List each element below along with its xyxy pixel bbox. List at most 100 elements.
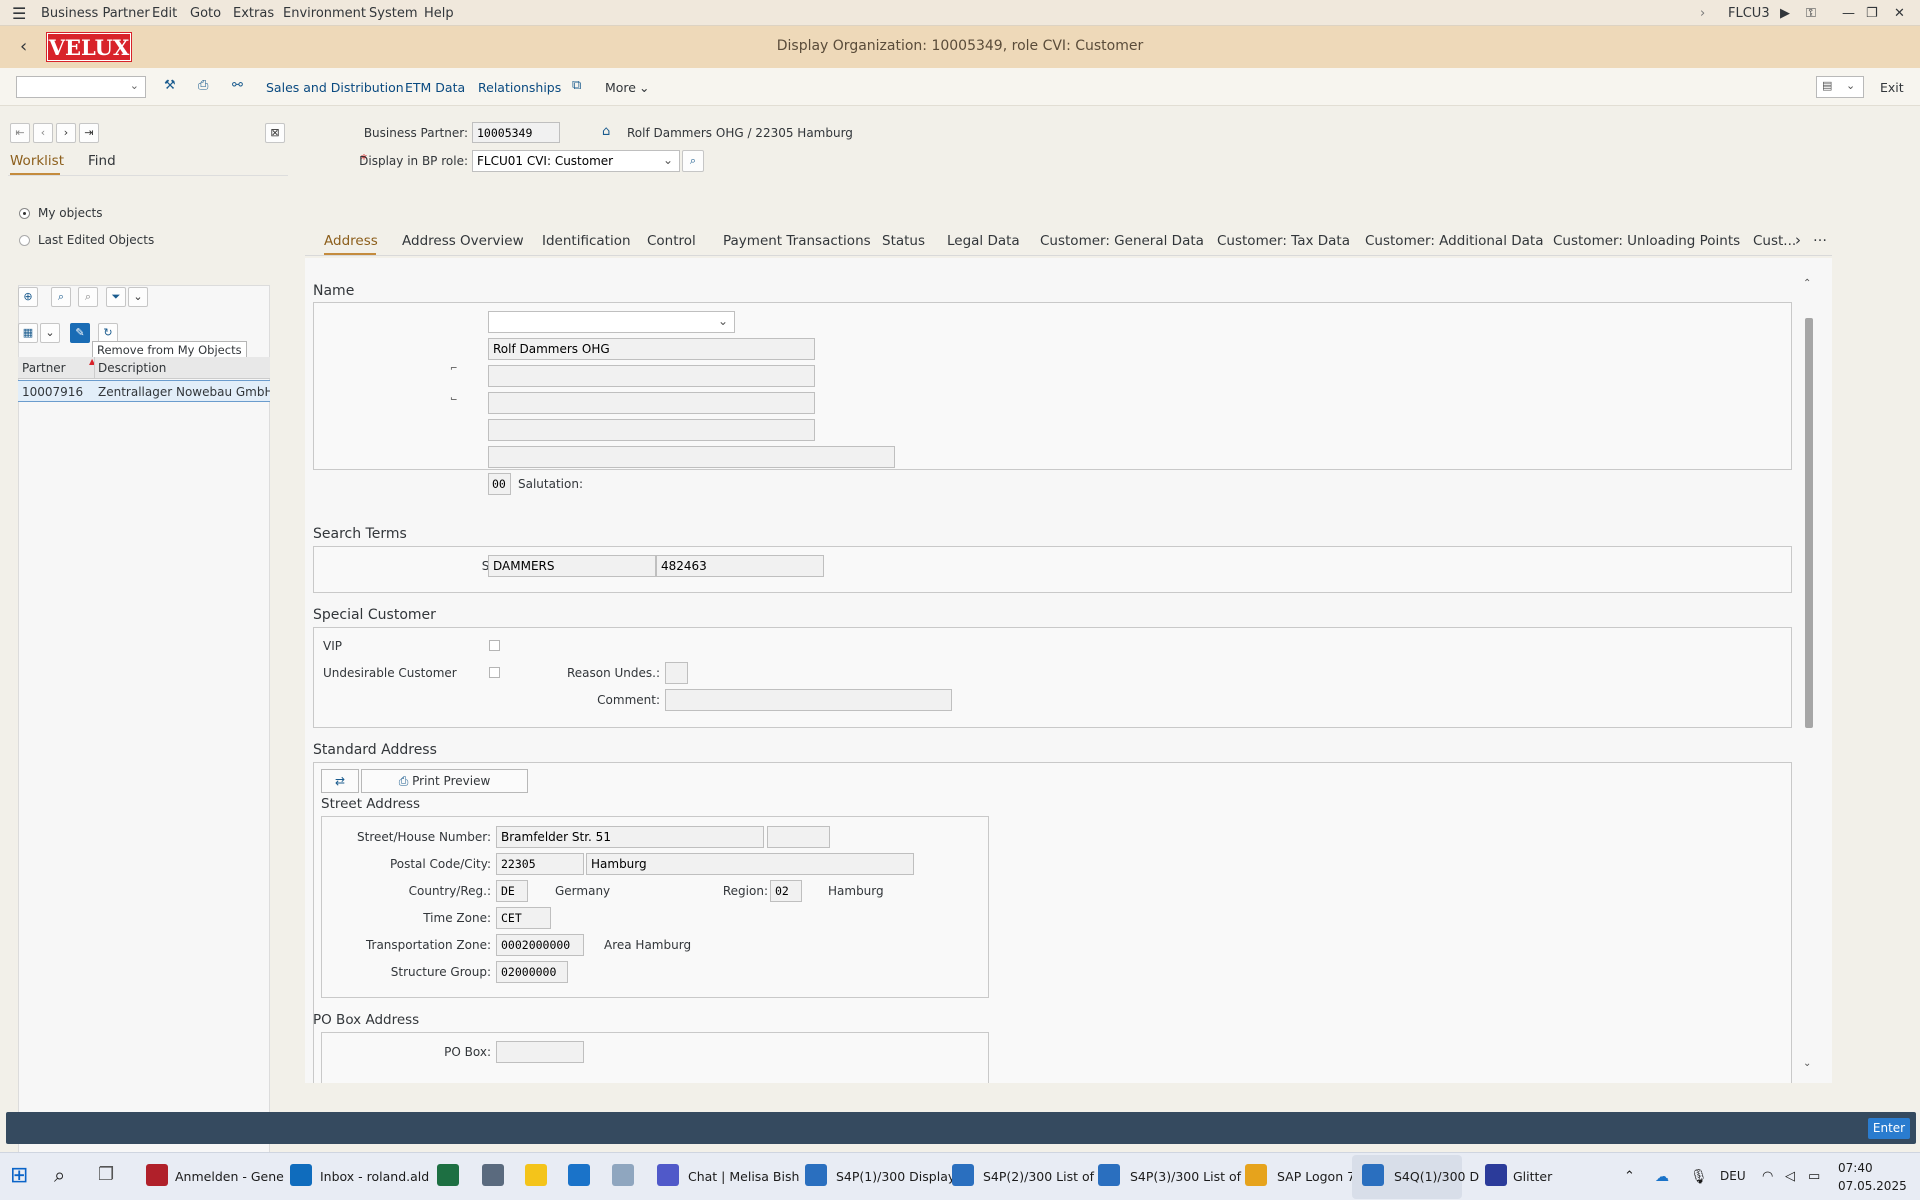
taskbar-app-sap-logon[interactable]: SAP Logon 7 bbox=[1277, 1169, 1355, 1184]
battery-icon[interactable]: ▭ bbox=[1808, 1169, 1820, 1184]
taskbar-app-chat[interactable]: Chat | Melisa Bish bbox=[688, 1169, 799, 1184]
filter-icon[interactable]: ⏷ bbox=[106, 287, 126, 307]
comment-field[interactable] bbox=[665, 689, 952, 711]
more-button[interactable]: More bbox=[605, 80, 636, 95]
house-number-field[interactable] bbox=[767, 826, 830, 848]
task-view-icon[interactable]: ❐ bbox=[98, 1164, 114, 1185]
command-field[interactable]: ⌄ bbox=[16, 76, 146, 98]
tab-status[interactable]: Status bbox=[882, 233, 925, 249]
enter-button[interactable]: Enter bbox=[1868, 1118, 1910, 1139]
name-field-2[interactable] bbox=[488, 365, 815, 387]
calculator-icon[interactable] bbox=[482, 1164, 504, 1186]
print-preview-button[interactable]: ⎙ Print Preview bbox=[361, 769, 528, 793]
last-icon[interactable]: ⇥ bbox=[79, 123, 99, 143]
address-toggle-icon[interactable]: ⇄ bbox=[321, 769, 359, 793]
lock-icon[interactable]: ⚿ bbox=[1806, 6, 1816, 21]
zoom-in-icon[interactable]: ⊕ bbox=[18, 287, 38, 307]
next-icon[interactable]: › bbox=[56, 123, 76, 143]
column-partner[interactable]: Partner bbox=[22, 361, 66, 375]
exit-button[interactable]: Exit bbox=[1880, 80, 1904, 95]
more-chevron-icon[interactable]: ⌄ bbox=[639, 80, 649, 95]
bp-role-select[interactable]: FLCU01 CVI: Customer ⌄ bbox=[472, 150, 680, 172]
menu-help[interactable]: Help bbox=[424, 6, 454, 21]
refresh-icon[interactable]: ↻ bbox=[98, 323, 118, 343]
clock-time[interactable]: 07:40 bbox=[1838, 1161, 1873, 1175]
name-field-3[interactable] bbox=[488, 392, 815, 414]
app-icon-anmelden[interactable] bbox=[146, 1164, 168, 1186]
tab-customer-unloading-points[interactable]: Customer: Unloading Points bbox=[1553, 233, 1740, 249]
wifi-icon[interactable]: ◠ bbox=[1762, 1169, 1773, 1184]
country-field[interactable]: DE bbox=[496, 880, 528, 902]
chevron-right-icon[interactable]: › bbox=[1700, 6, 1705, 21]
taskbar-app-s4p1[interactable]: S4P(1)/300 Display bbox=[836, 1169, 955, 1184]
tab-customer-general-data[interactable]: Customer: General Data bbox=[1040, 233, 1204, 249]
region-field[interactable]: 02 bbox=[770, 880, 802, 902]
tab-identification[interactable]: Identification bbox=[542, 233, 631, 249]
minimize-icon[interactable]: — bbox=[1842, 6, 1855, 21]
table-row[interactable]: 10007916 Zentrallager Nowebau GmbH bbox=[18, 380, 270, 402]
tab-address[interactable]: Address bbox=[324, 233, 378, 249]
tab-scroll-right-icon[interactable]: › bbox=[1795, 231, 1801, 249]
taskbar-app-anmelden[interactable]: Anmelden - Gene bbox=[175, 1169, 284, 1184]
sap-gui-icon[interactable] bbox=[805, 1164, 827, 1186]
tray-chevron-icon[interactable]: ⌃ bbox=[1624, 1169, 1635, 1184]
tool-icon[interactable]: ⚒ bbox=[164, 78, 176, 93]
name-field-4[interactable] bbox=[488, 419, 815, 441]
postal-code-field[interactable]: 22305 bbox=[496, 853, 584, 875]
chevron-down-icon[interactable]: ⌄ bbox=[130, 79, 139, 92]
sap-icon[interactable] bbox=[568, 1164, 590, 1186]
tab-worklist[interactable]: Worklist bbox=[10, 153, 64, 169]
menu-edit[interactable]: Edit bbox=[152, 6, 177, 21]
hamburger-icon[interactable]: ☰ bbox=[12, 4, 26, 23]
tab-overflow-icon[interactable]: … bbox=[1813, 229, 1827, 245]
filter-chevron-icon[interactable]: ⌄ bbox=[128, 287, 148, 307]
tab-control[interactable]: Control bbox=[647, 233, 696, 249]
column-description[interactable]: Description bbox=[98, 361, 166, 375]
tab-customer-more[interactable]: Cust... bbox=[1753, 233, 1796, 249]
tab-payment-transactions[interactable]: Payment Transactions bbox=[723, 233, 871, 249]
taskbar-app-glitter[interactable]: Glitter bbox=[1513, 1169, 1552, 1184]
sap-gui-icon[interactable] bbox=[952, 1164, 974, 1186]
copy-icon[interactable]: ⧉ bbox=[572, 78, 581, 93]
vertical-scrollbar[interactable]: ⌃ ⌄ bbox=[1803, 278, 1815, 1078]
search-icon[interactable]: ⌕ bbox=[51, 287, 71, 307]
taskbar-app-s4q1[interactable]: S4Q(1)/300 D bbox=[1394, 1169, 1479, 1184]
layout-menu-button[interactable]: ▤ ⌄ bbox=[1816, 76, 1864, 98]
tab-customer-additional-data[interactable]: Customer: Additional Data bbox=[1365, 233, 1543, 249]
volume-icon[interactable]: ◁ bbox=[1785, 1169, 1795, 1184]
transport-zone-field[interactable]: 0002000000 bbox=[496, 934, 584, 956]
close-icon[interactable]: ✕ bbox=[1894, 6, 1905, 21]
print-icon[interactable]: ⎙ bbox=[198, 78, 208, 93]
menu-system[interactable]: System bbox=[369, 6, 417, 21]
business-partner-field[interactable]: 10005349 bbox=[472, 122, 560, 143]
excel-icon[interactable] bbox=[437, 1164, 459, 1186]
structure-group-field[interactable]: 02000000 bbox=[496, 961, 568, 983]
name-field-1[interactable]: Rolf Dammers OHG bbox=[488, 338, 815, 360]
previous-icon[interactable]: ‹ bbox=[33, 123, 53, 143]
sap-gui-icon[interactable] bbox=[1098, 1164, 1120, 1186]
first-icon[interactable]: ⇤ bbox=[10, 123, 30, 143]
search-next-icon[interactable]: ⌕ bbox=[78, 287, 98, 307]
radio-my-objects[interactable] bbox=[19, 208, 30, 219]
play-icon[interactable]: ▶ bbox=[1780, 6, 1790, 21]
clock-date[interactable]: 07.05.2025 bbox=[1838, 1179, 1907, 1193]
sales-distribution-button[interactable]: Sales and Distribution bbox=[266, 80, 404, 95]
title-select[interactable]: ⌄ bbox=[488, 311, 735, 333]
tab-address-overview[interactable]: Address Overview bbox=[402, 233, 524, 249]
teams-icon[interactable] bbox=[657, 1164, 679, 1186]
glitter-icon[interactable] bbox=[1485, 1164, 1507, 1186]
menu-goto[interactable]: Goto bbox=[190, 6, 221, 21]
table-view-icon[interactable]: ▦ bbox=[18, 323, 38, 343]
search-icon[interactable]: ⌕ bbox=[682, 150, 704, 172]
menu-extras[interactable]: Extras bbox=[233, 6, 274, 21]
reason-field[interactable] bbox=[665, 662, 688, 684]
sap-logon-icon[interactable] bbox=[1245, 1164, 1267, 1186]
taskbar-app-s4p2[interactable]: S4P(2)/300 List of bbox=[983, 1169, 1094, 1184]
tab-find[interactable]: Find bbox=[88, 153, 116, 169]
salutation2-field[interactable]: 00 bbox=[488, 473, 511, 495]
sticky-notes-icon[interactable] bbox=[525, 1164, 547, 1186]
microphone-icon[interactable]: 🎙 bbox=[1690, 1169, 1708, 1185]
vip-checkbox[interactable] bbox=[489, 640, 500, 651]
windows-start-icon[interactable]: ⊞ bbox=[10, 1165, 32, 1187]
app-icon-generic[interactable] bbox=[612, 1164, 634, 1186]
